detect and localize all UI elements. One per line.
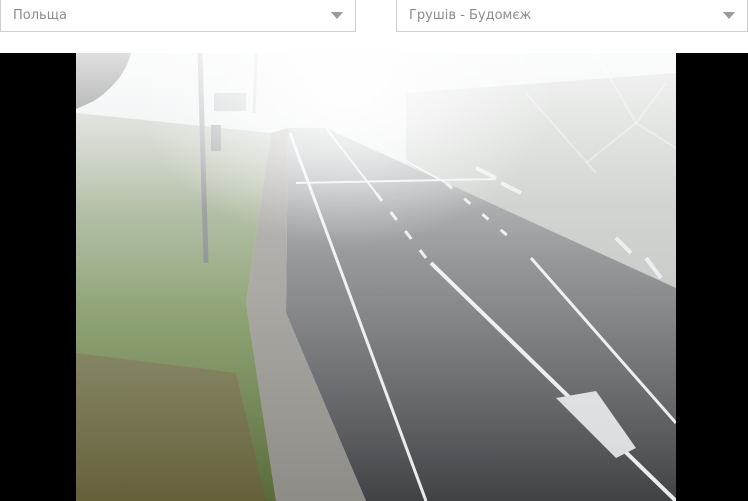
camera-image (76, 53, 676, 501)
crossing-select-value: Грушів - Будомєж (409, 8, 532, 23)
country-select-value: Польща (13, 8, 67, 23)
chevron-down-icon (723, 12, 735, 19)
camera-frame (76, 53, 676, 501)
chevron-down-icon (331, 12, 343, 19)
camera-player[interactable] (0, 53, 748, 501)
country-select[interactable]: Польща (0, 0, 356, 32)
crossing-select[interactable]: Грушів - Будомєж (396, 0, 748, 32)
